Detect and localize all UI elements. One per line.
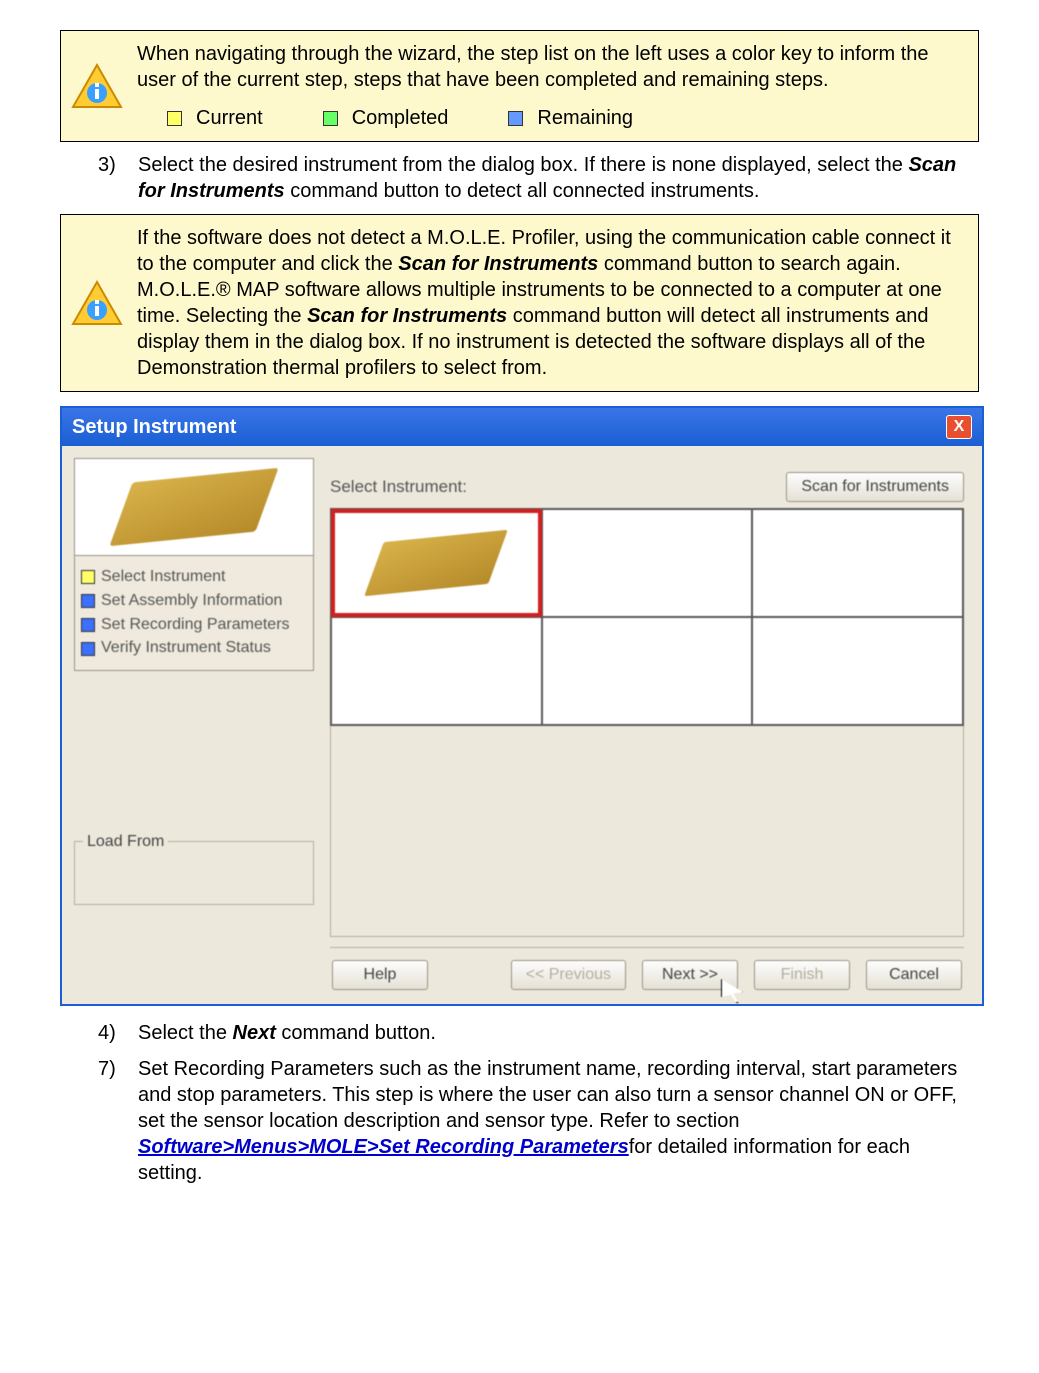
dialog-titlebar: Setup Instrument X [62, 408, 982, 446]
info-icon [71, 63, 123, 109]
wizard-step-3: Set Recording Parameters [101, 615, 290, 636]
dialog-button-row: Help << Previous Next >> Finish Cancel [330, 947, 964, 992]
instrument-cell-6[interactable] [752, 617, 963, 725]
step-3: 3) Select the desired instrument from th… [98, 152, 979, 204]
instrument-cell-3[interactable] [752, 509, 963, 617]
instrument-preview [74, 458, 314, 556]
step-7-number: 7) [98, 1056, 116, 1082]
step-3-text-a: Select the desired instrument from the d… [138, 154, 908, 176]
note1-text: When navigating through the wizard, the … [137, 41, 964, 93]
step-7: 7) Set Recording Parameters such as the … [98, 1056, 979, 1186]
load-from-label: Load From [83, 832, 168, 853]
step-swatch-current [81, 570, 95, 584]
legend-swatch-remaining [508, 111, 523, 126]
setup-instrument-dialog: Setup Instrument X Select Instrument Set… [60, 406, 984, 1006]
instrument-cell-4[interactable] [331, 617, 542, 725]
info-note-scan: If the software does not detect a M.O.L.… [60, 214, 979, 392]
step-swatch-remaining [81, 642, 95, 656]
wizard-step-list: Select Instrument Set Assembly Informati… [74, 556, 314, 671]
legend-swatch-completed [323, 111, 338, 126]
wizard-step-2: Set Assembly Information [101, 591, 282, 612]
next-button[interactable]: Next >> [642, 960, 738, 990]
recording-parameters-link[interactable]: Software>Menus>MOLE>Set Recording Parame… [138, 1136, 629, 1158]
info-note-color-key: When navigating through the wizard, the … [60, 30, 979, 142]
close-icon[interactable]: X [946, 415, 972, 439]
wizard-step-1: Select Instrument [101, 567, 226, 588]
dialog-title: Setup Instrument [72, 414, 236, 440]
instrument-cell-1[interactable] [331, 509, 542, 617]
note2-text: If the software does not detect a M.O.L.… [137, 225, 964, 381]
instrument-cell-2[interactable] [542, 509, 753, 617]
select-instrument-label: Select Instrument: [330, 476, 467, 498]
color-legend: Current Completed Remaining [137, 105, 964, 131]
cancel-button[interactable]: Cancel [866, 960, 962, 990]
legend-label-remaining: Remaining [537, 105, 633, 131]
legend-swatch-current [167, 111, 182, 126]
load-from-group: Load From [74, 841, 314, 905]
help-button[interactable]: Help [332, 960, 428, 990]
step-3-text-b: command button to detect all connected i… [285, 180, 760, 202]
info-icon [71, 280, 123, 326]
instrument-cell-5[interactable] [542, 617, 753, 725]
step-4-number: 4) [98, 1020, 116, 1046]
legend-label-completed: Completed [352, 105, 449, 131]
step-3-number: 3) [98, 152, 116, 178]
previous-button: << Previous [511, 960, 626, 990]
instrument-details-area [330, 726, 964, 937]
step-swatch-remaining [81, 618, 95, 632]
wizard-step-4: Verify Instrument Status [101, 638, 271, 659]
step-swatch-remaining [81, 594, 95, 608]
scan-for-instruments-button[interactable]: Scan for Instruments [786, 472, 964, 502]
instrument-grid [330, 508, 964, 726]
finish-button: Finish [754, 960, 850, 990]
step-4: 4) Select the Next command button. [98, 1020, 979, 1046]
legend-label-current: Current [196, 105, 263, 131]
